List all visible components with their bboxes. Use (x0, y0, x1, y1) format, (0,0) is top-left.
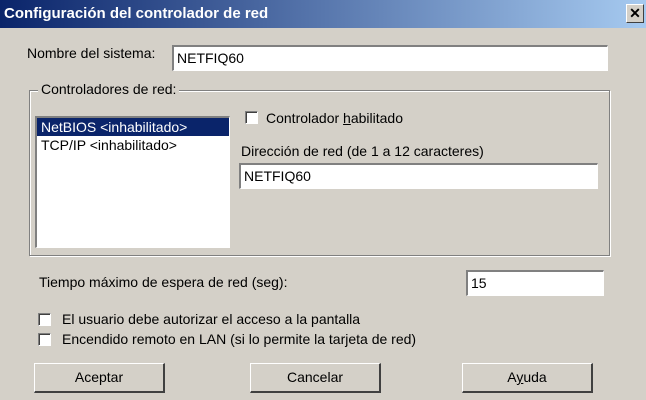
network-driver-config-dialog: Configuración del controlador de red ✕ N… (0, 0, 646, 400)
authorize-screen-access-label[interactable]: El usuario debe autorizar el acceso a la… (62, 311, 360, 327)
cancel-button[interactable]: Cancelar (250, 363, 381, 393)
driver-listbox[interactable]: NetBIOS <inhabilitado> TCP/IP <inhabilit… (35, 116, 230, 248)
system-name-label: Nombre del sistema: (27, 45, 156, 61)
network-address-label: Dirección de red (de 1 a 12 caracteres) (241, 143, 484, 159)
driver-enabled-checkbox[interactable] (245, 111, 258, 124)
wake-on-lan-checkbox[interactable] (38, 333, 51, 346)
driver-item-tcpip[interactable]: TCP/IP <inhabilitado> (37, 136, 229, 154)
wake-on-lan-label[interactable]: Encendido remoto en LAN (si lo permite l… (62, 331, 416, 347)
driver-item-netbios[interactable]: NetBIOS <inhabilitado> (37, 118, 229, 136)
close-icon: ✕ (629, 5, 641, 21)
network-address-input[interactable]: NETFIQ60 (239, 163, 598, 189)
timeout-input[interactable]: 15 (466, 270, 604, 296)
timeout-label: Tiempo máximo de espera de red (seg): (39, 274, 288, 290)
network-drivers-group-label: Controladores de red: (38, 81, 180, 97)
dialog-title: Configuración del controlador de red (4, 5, 269, 22)
close-button[interactable]: ✕ (626, 4, 644, 23)
help-button[interactable]: Ayuda (462, 363, 593, 393)
accept-button[interactable]: Aceptar (34, 363, 165, 393)
authorize-screen-access-checkbox[interactable] (38, 313, 51, 326)
driver-enabled-label[interactable]: Controlador habilitado (266, 110, 403, 126)
system-name-input[interactable]: NETFIQ60 (172, 45, 608, 71)
title-bar[interactable]: Configuración del controlador de red ✕ (0, 0, 646, 28)
